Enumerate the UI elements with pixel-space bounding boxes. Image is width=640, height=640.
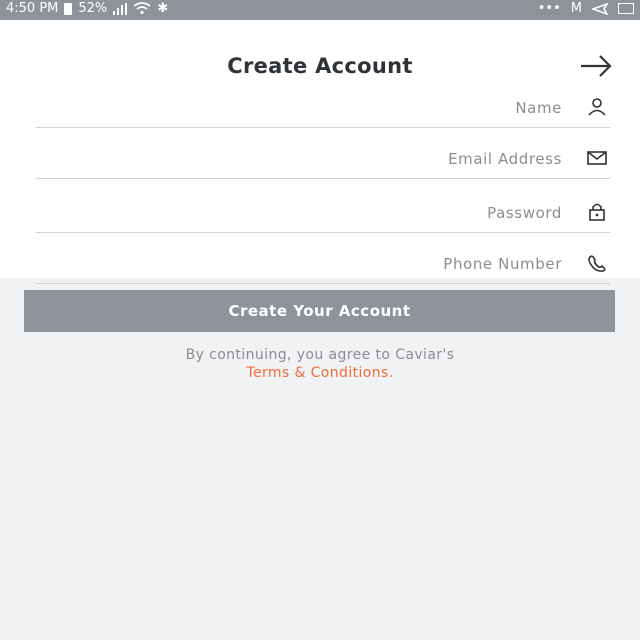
password-input[interactable] (100, 200, 564, 226)
envelope-icon (587, 151, 607, 165)
lock-icon (589, 203, 605, 221)
terms-link[interactable]: Terms & Conditions (246, 365, 388, 381)
send-icon (592, 2, 608, 15)
terms-period: . (388, 365, 394, 381)
more-icon: ••• (537, 1, 561, 16)
password-field-row (36, 192, 610, 233)
mail-icon: M (570, 1, 582, 16)
name-field-row (36, 87, 610, 128)
terms-text: By continuing, you agree to Caviar's Ter… (0, 346, 640, 382)
gallery-icon (618, 3, 634, 14)
wifi-icon (133, 2, 151, 15)
terms-link-row: Terms & Conditions. (0, 364, 640, 382)
arrow-right-icon[interactable] (578, 54, 614, 78)
name-input[interactable] (100, 95, 564, 121)
time-text: 4:50 PM (6, 1, 59, 16)
phone-field-row (36, 243, 610, 284)
page-title: Create Account (227, 54, 413, 78)
person-icon (588, 98, 606, 116)
status-left: 4:50 PM 52% ✱ (6, 2, 168, 15)
terms-intro: By continuing, you agree to Caviar's (185, 347, 455, 363)
bluetooth-icon: ✱ (157, 1, 169, 16)
form-card: Create Account (0, 20, 640, 284)
phone-icon (588, 255, 606, 272)
status-right: ••• M (538, 2, 634, 15)
signal-icon (113, 2, 128, 15)
status-bar: 4:50 PM 52% ✱ ••• M (0, 0, 640, 20)
battery-percent-text: 52% (78, 1, 108, 16)
email-input[interactable] (100, 146, 564, 172)
battery-icon (64, 2, 73, 15)
email-field-row (36, 138, 610, 179)
create-account-button[interactable]: Create Your Account (24, 290, 615, 332)
phone-input[interactable] (100, 251, 564, 277)
